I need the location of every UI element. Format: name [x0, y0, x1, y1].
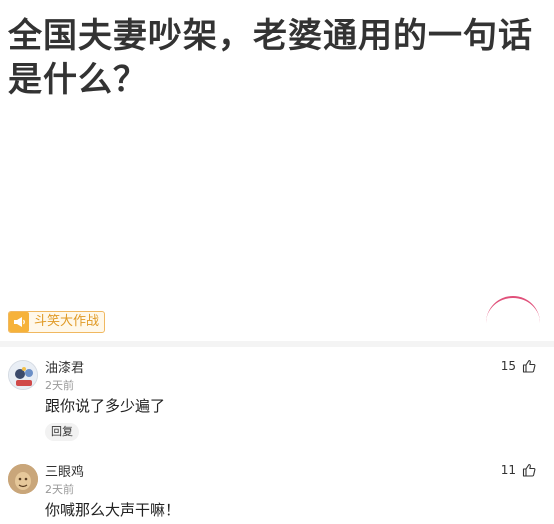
avatar[interactable] — [8, 360, 38, 390]
comment-time: 2天前 — [45, 483, 74, 496]
topic-tag[interactable]: 斗笑大作战 — [8, 311, 106, 333]
megaphone-icon — [9, 312, 29, 332]
comment-author[interactable]: 三眼鸡 — [45, 461, 84, 480]
comment-time: 2天前 — [45, 379, 74, 392]
like-button[interactable]: 15 — [501, 359, 536, 373]
like-count: 11 — [500, 463, 516, 477]
like-button[interactable]: 11 — [501, 463, 536, 477]
post-title: 全国夫妻吵架，老婆通用的一句话是什么？ — [8, 16, 533, 100]
thumbs-up-icon — [522, 463, 536, 477]
section-divider — [0, 341, 554, 347]
avatar[interactable] — [8, 464, 38, 494]
reply-button[interactable]: 回复 — [45, 423, 79, 441]
comment-author[interactable]: 油漆君 — [45, 357, 84, 376]
thumbs-up-icon — [522, 359, 536, 373]
like-count: 15 — [500, 359, 516, 373]
post-media-area — [0, 104, 554, 340]
comment-text: 你喊那么大声干嘛！ — [45, 501, 181, 519]
comment-text: 跟你说了多少遍了 — [45, 397, 166, 415]
comment-item: 油漆君 2天前 跟你说了多少遍了 回复 15 — [0, 356, 554, 448]
comment-item: 三眼鸡 2天前 你喊那么大声干嘛！ 11 — [0, 460, 554, 524]
topic-tag-label: 斗笑大作战 — [34, 314, 100, 329]
